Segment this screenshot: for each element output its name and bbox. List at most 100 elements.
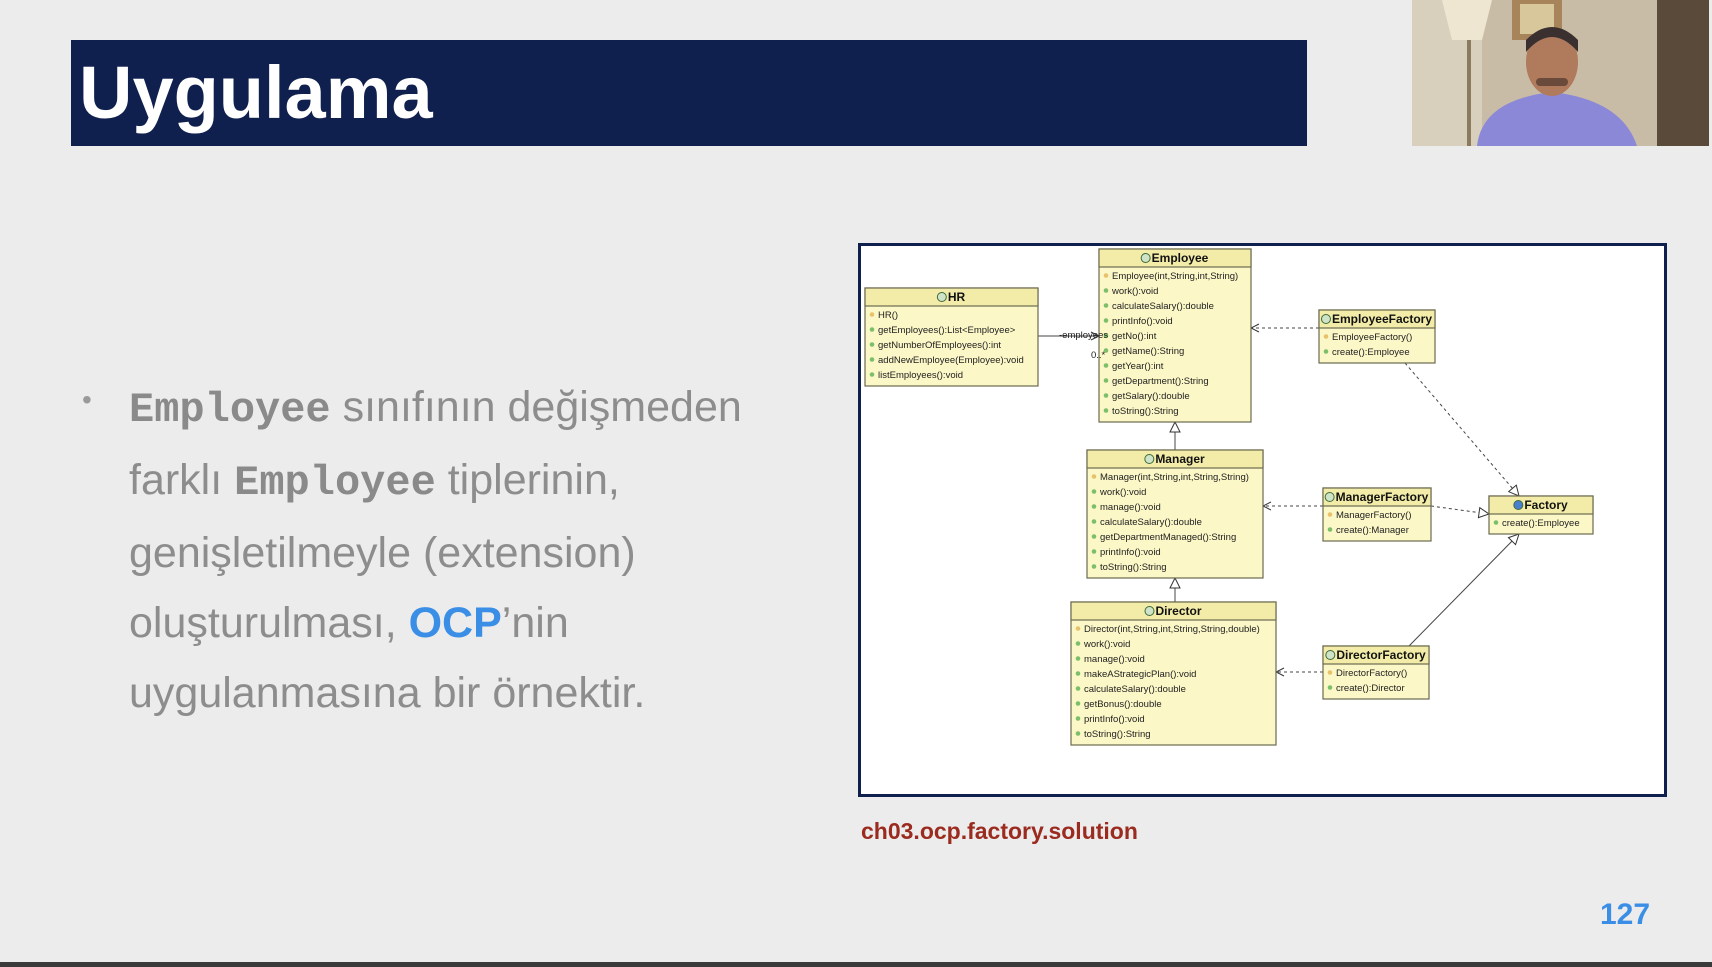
method-icon (869, 312, 875, 317)
uml-class-name: HR (948, 290, 966, 304)
uml-member: getDepartmentManaged():String (1100, 532, 1236, 543)
method-icon (1103, 363, 1109, 368)
class-icon (1324, 492, 1335, 502)
bullet-text-part: ’nin (501, 599, 569, 647)
uml-member: printInfo():void (1084, 714, 1145, 725)
method-icon (869, 327, 875, 332)
realization-edge (1408, 534, 1519, 647)
uml-member: create():Manager (1336, 525, 1409, 536)
method-icon (1075, 686, 1081, 691)
method-icon (1103, 318, 1109, 323)
uml-member: create():Employee (1332, 347, 1410, 358)
uml-member: printInfo():void (1100, 547, 1161, 558)
method-icon (1103, 273, 1109, 278)
uml-class-employee: Employee Employee(int,String,int,String) w… (1098, 248, 1252, 423)
uml-member: ManagerFactory() (1336, 510, 1412, 521)
uml-class-name: EmployeeFactory (1332, 312, 1432, 326)
realization-edge (1404, 362, 1519, 496)
class-icon (936, 292, 947, 302)
class-icon (1325, 650, 1336, 660)
method-icon (1075, 731, 1081, 736)
bottom-bar (0, 962, 1712, 967)
method-icon (869, 342, 875, 347)
realization-edge (1430, 505, 1489, 514)
uml-member: DirectorFactory() (1336, 668, 1407, 679)
uml-class-manager: Manager Manager(int,String,int,String,Str… (1086, 449, 1264, 579)
method-icon (1103, 303, 1109, 308)
uml-member: calculateSalary():double (1100, 517, 1202, 528)
uml-class-name: Manager (1155, 452, 1205, 466)
uml-member: getDepartment():String (1112, 376, 1209, 387)
slide-title: Uygulama (79, 51, 433, 134)
uml-member: HR() (878, 310, 898, 321)
title-bar: Uygulama (71, 40, 1307, 146)
uml-member: manage():void (1084, 654, 1145, 665)
uml-member: getName():String (1112, 346, 1184, 357)
package-caption: ch03.ocp.factory.solution (861, 818, 1138, 844)
uml-member: printInfo():void (1112, 316, 1173, 327)
class-icon (1144, 454, 1155, 464)
uml-member: toString():String (1100, 562, 1167, 573)
uml-class-diagram: HR HR() getEmployees():List<Employee> getNu… (858, 243, 1667, 797)
uml-member: getSalary():double (1112, 391, 1190, 402)
uml-member: toString():String (1112, 406, 1179, 417)
method-icon (1091, 564, 1097, 569)
uml-class-name: ManagerFactory (1336, 490, 1429, 504)
method-icon (1075, 656, 1081, 661)
method-icon (1327, 512, 1333, 517)
page-number: 127 (1600, 898, 1651, 931)
uml-canvas: HR HR() getEmployees():List<Employee> getNu… (864, 248, 1594, 746)
uml-member: getNo():int (1112, 331, 1157, 342)
uml-member: work():void (1111, 286, 1158, 297)
uml-class-hr: HR HR() getEmployees():List<Employee> getNu… (864, 287, 1039, 387)
uml-class-box (1086, 449, 1264, 579)
method-icon (1323, 334, 1329, 339)
uml-member: makeAStrategicPlan():void (1084, 669, 1196, 680)
bullet-text: Employee sınıfının değişmeden farklı Emp… (129, 372, 829, 728)
interface-icon (1513, 500, 1524, 510)
uml-member: addNewEmployee(Employee):void (878, 355, 1024, 366)
bullet-text-part: uygulanmasına bir örnektir. (129, 669, 646, 717)
uml-class-managerfactory: ManagerFactory ManagerFactory() create():M… (1322, 487, 1432, 542)
uml-member: Director(int,String,int,String,String,do… (1084, 624, 1260, 635)
uml-class-name: Factory (1524, 498, 1568, 512)
method-icon (869, 372, 875, 377)
uml-class-name: DirectorFactory (1336, 648, 1426, 662)
uml-member: create():Employee (1502, 518, 1580, 529)
uml-class-factory: Factory create():Employee (1488, 495, 1594, 535)
method-icon (1075, 671, 1081, 676)
bullet-marker: • (82, 384, 92, 415)
uml-member: Employee(int,String,int,String) (1112, 271, 1238, 282)
uml-member: getBonus():double (1084, 699, 1162, 710)
method-icon (1103, 393, 1109, 398)
uml-member: getYear():int (1112, 361, 1164, 372)
bullet-text-part: oluşturulması, (129, 599, 409, 647)
method-icon (869, 357, 875, 362)
method-icon (1327, 670, 1333, 675)
method-icon (1075, 641, 1081, 646)
bullet-text-part: genişletilmeyle (extension) (129, 529, 636, 577)
class-icon (1140, 253, 1151, 263)
uml-member: calculateSalary():double (1112, 301, 1214, 312)
uml-member: work():void (1083, 639, 1130, 650)
method-icon (1091, 504, 1097, 509)
bullet-text-part: sınıfının değişmeden (330, 383, 742, 431)
method-icon (1091, 489, 1097, 494)
code-employee-1: Employee (129, 386, 331, 434)
method-icon (1091, 534, 1097, 539)
uml-class-name: Employee (1152, 251, 1209, 265)
uml-class-name: Director (1155, 604, 1201, 618)
uml-member: getNumberOfEmployees():int (878, 340, 1001, 351)
uml-class-employeefactory: EmployeeFactory EmployeeFactory() create()… (1318, 309, 1436, 364)
uml-member: listEmployees():void (878, 370, 963, 381)
method-icon (1075, 701, 1081, 706)
method-icon (1327, 527, 1333, 532)
class-icon (1320, 314, 1331, 324)
uml-member: manage():void (1100, 502, 1161, 513)
bullet-text-part: farklı (129, 456, 235, 504)
uml-member: Manager(int,String,int,String,String) (1100, 472, 1249, 483)
association-multiplicity-label: 0..* (1091, 350, 1106, 361)
method-icon (1323, 349, 1329, 354)
uml-member: create():Director (1336, 683, 1405, 694)
ocp-highlight: OCP (408, 599, 502, 647)
